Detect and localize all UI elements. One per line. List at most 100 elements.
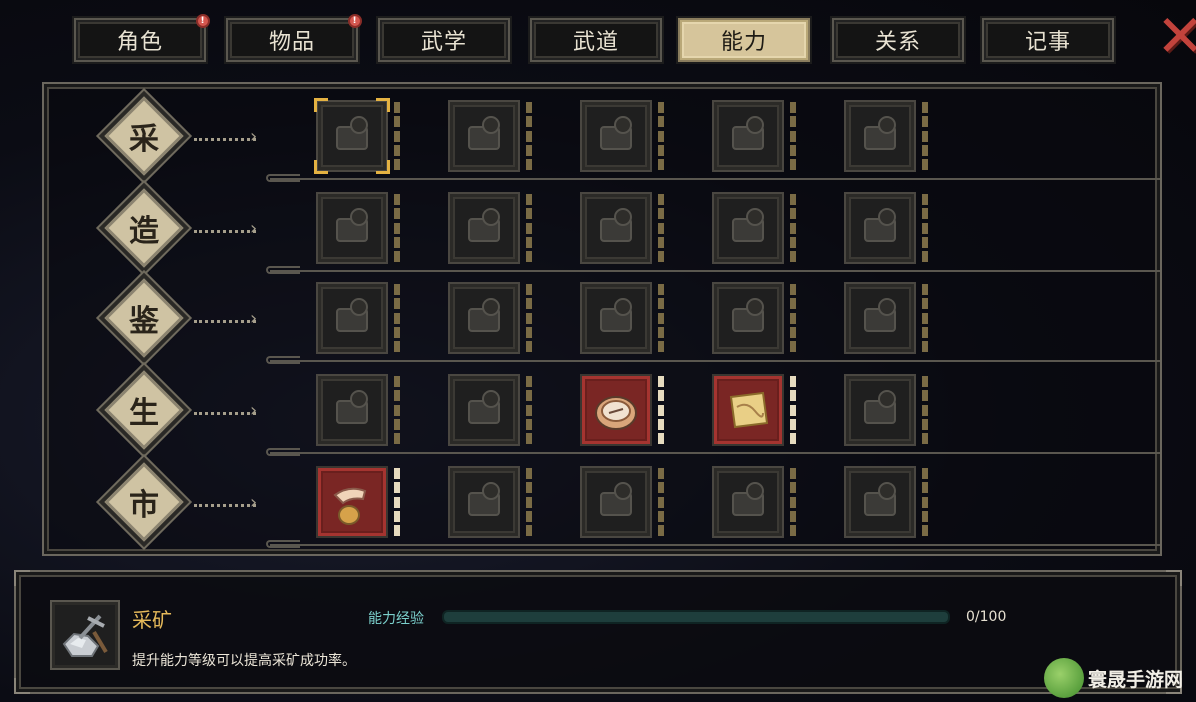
tab-label: 关系 xyxy=(874,30,921,55)
frame-corner xyxy=(1166,570,1182,586)
ability-slot[interactable] xyxy=(712,192,784,264)
tab-label: 能力 xyxy=(720,30,767,55)
ability-slot[interactable] xyxy=(844,282,916,354)
level-bar xyxy=(790,376,796,444)
level-bar xyxy=(394,284,400,352)
tab-label: 武道 xyxy=(572,30,619,55)
arrow-head-icon: › xyxy=(250,400,258,421)
magnifier-scroll-icon xyxy=(336,298,368,332)
close-icon[interactable]: ✕ xyxy=(1156,7,1196,65)
selection-bracket xyxy=(314,98,328,112)
ability-slot[interactable] xyxy=(712,466,784,538)
ability-slot[interactable] xyxy=(580,282,652,354)
ability-row: 生 › xyxy=(44,370,1164,464)
row-divider-scroll xyxy=(266,174,300,182)
tab-items[interactable]: 物品! xyxy=(224,14,362,64)
level-bar xyxy=(658,376,664,444)
ability-slot[interactable] xyxy=(580,192,652,264)
pot-icon xyxy=(336,390,368,424)
ability-slot[interactable] xyxy=(580,466,652,538)
row-divider-scroll xyxy=(266,540,300,548)
level-bar xyxy=(394,468,400,536)
spool-sewing-icon xyxy=(864,116,896,150)
dotted-arrow xyxy=(194,412,256,418)
dotted-arrow xyxy=(194,320,256,326)
level-bar xyxy=(790,468,796,536)
horn-icon xyxy=(864,482,896,516)
ability-slot[interactable] xyxy=(448,192,520,264)
pottery-icon xyxy=(732,208,764,242)
tab-relations[interactable]: 关系 xyxy=(830,16,966,64)
ability-slot[interactable] xyxy=(712,100,784,172)
arrow-head-icon: › xyxy=(250,218,258,239)
tab-label: 物品 xyxy=(268,30,315,55)
magnifier-bench-icon xyxy=(600,298,632,332)
category-label: 造 xyxy=(129,214,159,249)
ability-description: 提升能力等级可以提高采矿成功率。 xyxy=(132,653,356,669)
ability-row: 采 › xyxy=(44,96,1164,190)
ability-slot[interactable] xyxy=(448,374,520,446)
ability-slot[interactable] xyxy=(712,282,784,354)
category-emblem: 生 xyxy=(104,370,184,450)
row-divider xyxy=(270,360,1160,362)
tab-journal[interactable]: 记事 xyxy=(980,16,1116,64)
ability-slot[interactable] xyxy=(580,374,652,446)
ability-slot[interactable] xyxy=(712,374,784,446)
level-bar xyxy=(790,284,796,352)
ability-slot[interactable] xyxy=(844,192,916,264)
frame-corner xyxy=(14,570,30,586)
ability-row: 鉴 › xyxy=(44,278,1164,372)
hand-pouch-icon xyxy=(333,487,367,525)
ability-slot[interactable] xyxy=(844,374,916,446)
tab-martial-arts[interactable]: 武学 xyxy=(376,16,512,64)
level-bar xyxy=(526,376,532,444)
ability-info-panel: 采矿 提升能力等级可以提高采矿成功率。 能力经验 0/100 xyxy=(14,570,1182,694)
pointing-hand-icon xyxy=(468,482,500,516)
category-emblem: 市 xyxy=(104,462,184,542)
category-emblem: 采 xyxy=(104,96,184,176)
selection-bracket xyxy=(314,160,328,174)
category-label: 鉴 xyxy=(129,304,159,339)
ability-slot[interactable] xyxy=(316,374,388,446)
ability-slot[interactable] xyxy=(844,466,916,538)
level-bar xyxy=(658,102,664,170)
level-bar xyxy=(526,102,532,170)
level-bar xyxy=(526,194,532,262)
ability-slot[interactable] xyxy=(448,282,520,354)
level-bar xyxy=(790,194,796,262)
category-emblem: 造 xyxy=(104,188,184,268)
watermark-logo-icon xyxy=(1044,658,1084,698)
notification-badge: ! xyxy=(348,14,362,28)
ability-slot[interactable] xyxy=(448,100,520,172)
tab-abilities[interactable]: 能力 xyxy=(676,16,812,64)
ability-slot[interactable] xyxy=(844,100,916,172)
tab-character[interactable]: 角色! xyxy=(72,14,210,64)
level-bar xyxy=(922,102,928,170)
rope-coil-icon xyxy=(864,390,896,424)
ability-row: 造 › xyxy=(44,188,1164,282)
pickaxe-ore-icon xyxy=(50,600,120,670)
magnifier-box-icon xyxy=(864,298,896,332)
tab-martial-way[interactable]: 武道 xyxy=(528,16,664,64)
exp-value: 0/100 xyxy=(966,609,1007,625)
ability-slot[interactable] xyxy=(580,100,652,172)
compass-plate-icon xyxy=(595,396,637,430)
ability-slot[interactable] xyxy=(316,466,388,538)
level-bar xyxy=(526,284,532,352)
axe-log-icon xyxy=(468,116,500,150)
workbench-icon xyxy=(468,208,500,242)
category-label: 生 xyxy=(129,396,159,431)
ability-slot[interactable] xyxy=(316,282,388,354)
ability-slot[interactable] xyxy=(314,98,390,174)
abacus-icon xyxy=(468,390,500,424)
gears-icon xyxy=(732,482,764,516)
level-bar xyxy=(922,376,928,444)
row-divider-scroll xyxy=(266,356,300,364)
dotted-arrow xyxy=(194,138,256,144)
level-bar xyxy=(658,194,664,262)
magnifier-bowl-icon xyxy=(732,298,764,332)
tab-label: 记事 xyxy=(1024,30,1071,55)
row-divider xyxy=(270,178,1160,180)
ability-slot[interactable] xyxy=(448,466,520,538)
ability-slot[interactable] xyxy=(316,192,388,264)
